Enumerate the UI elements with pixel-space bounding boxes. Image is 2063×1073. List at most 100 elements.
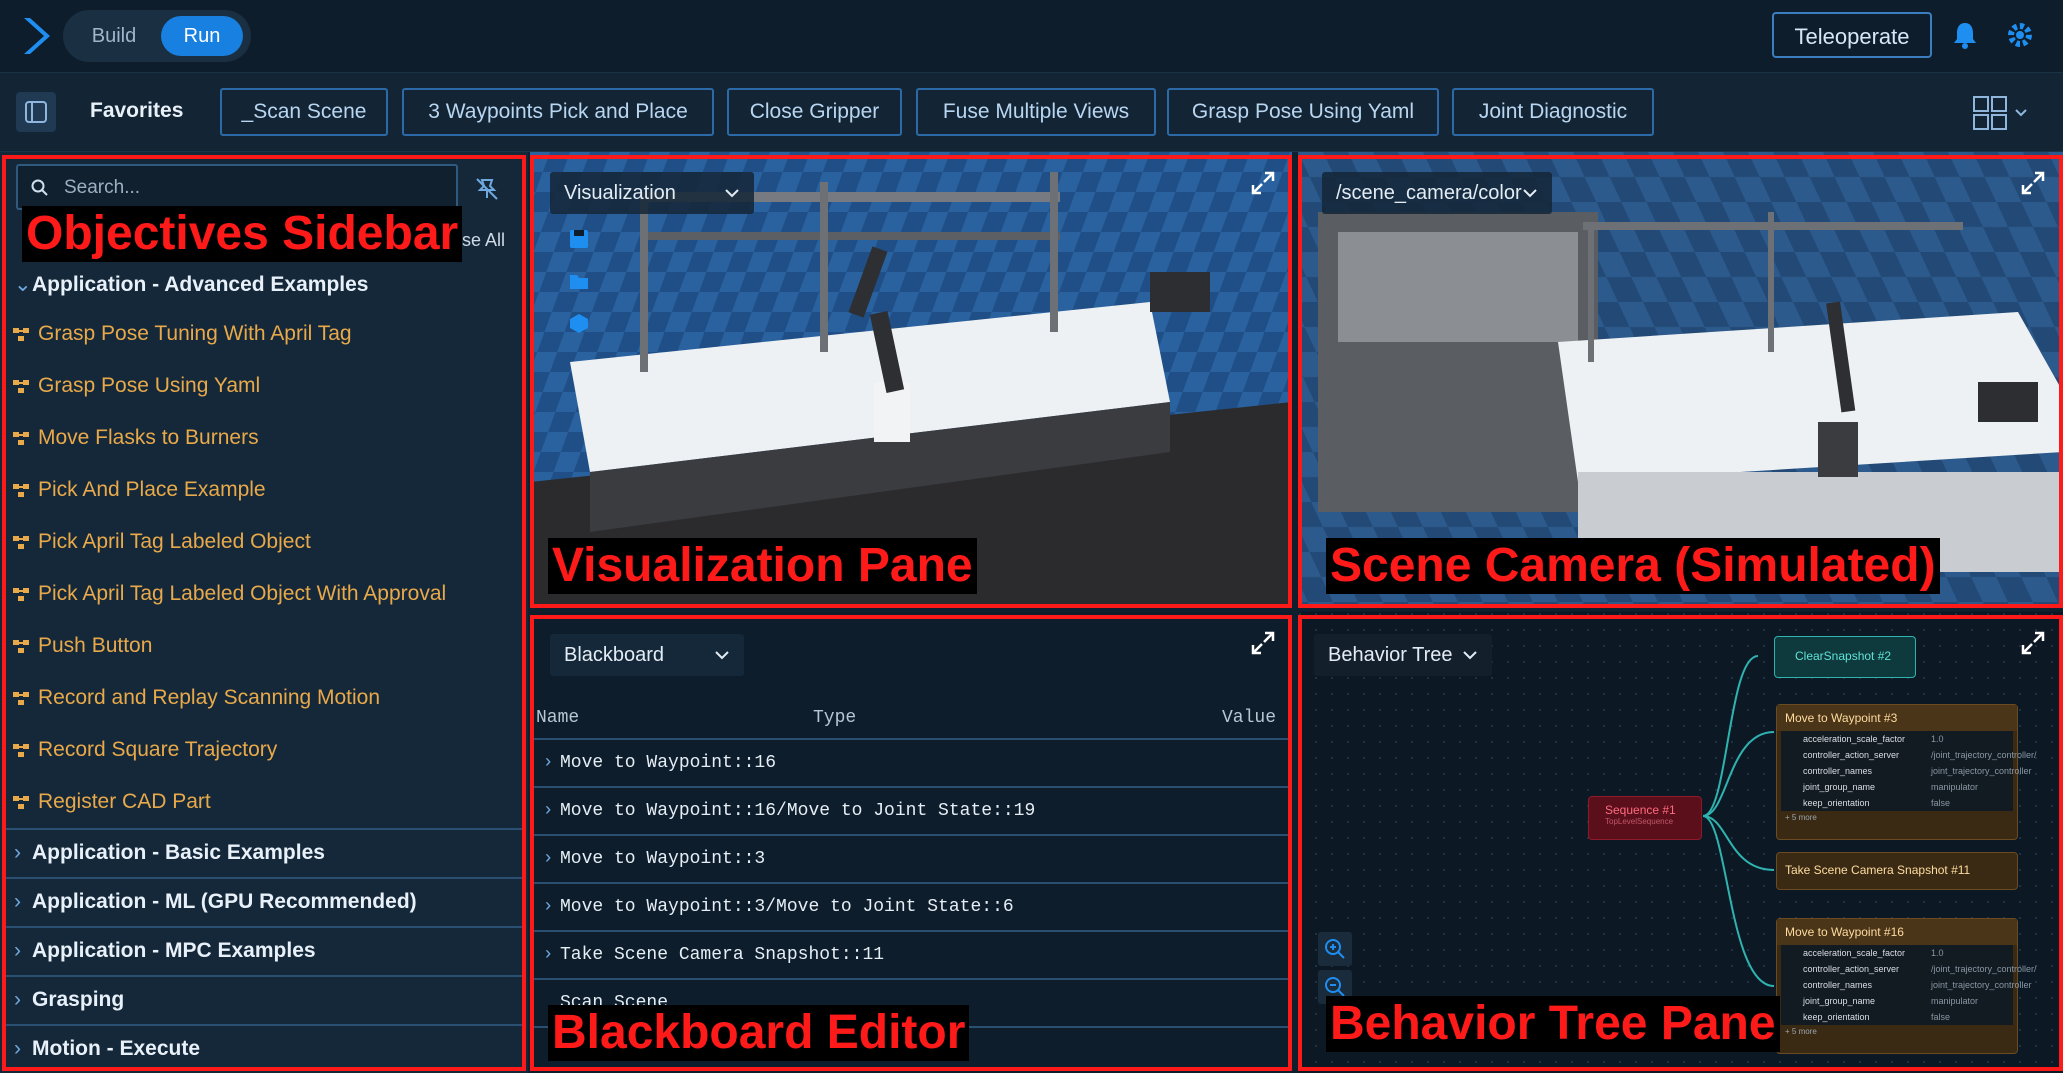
objective-item[interactable]: Record and Replay Scanning Motion bbox=[12, 686, 380, 726]
more-ports[interactable]: + 5 more bbox=[1777, 1025, 2017, 1038]
expand-icon[interactable] bbox=[2020, 630, 2046, 656]
collapse-all-button[interactable]: se All bbox=[462, 230, 505, 251]
favorite-3-waypoints-button[interactable]: 3 Waypoints Pick and Place bbox=[402, 88, 714, 136]
chevron-right-icon: › bbox=[542, 897, 554, 917]
category-grasping[interactable]: › Grasping bbox=[4, 975, 524, 1023]
column-name: Name bbox=[536, 708, 580, 728]
node-port: keep_orientation false bbox=[1781, 1009, 2013, 1025]
objective-item[interactable]: Move Flasks to Burners bbox=[12, 426, 259, 466]
chevron-down-icon bbox=[1523, 189, 1537, 198]
mode-toggle: Build Run bbox=[63, 10, 251, 62]
blackboard-header: Name Type Value bbox=[530, 698, 1292, 740]
unpin-icon[interactable] bbox=[474, 176, 500, 202]
objective-item[interactable]: Pick And Place Example bbox=[12, 478, 266, 518]
port-name: controller_names bbox=[1803, 980, 1873, 990]
category-basic-examples[interactable]: › Application - Basic Examples bbox=[4, 828, 524, 876]
visualization-dropdown[interactable]: Visualization bbox=[550, 172, 754, 214]
search-input[interactable] bbox=[62, 174, 446, 202]
port-value: /joint_trajectory_controller/ bbox=[1931, 964, 2037, 974]
category-ml[interactable]: › Application - ML (GPU Recommended) bbox=[4, 877, 524, 925]
folder-icon[interactable] bbox=[568, 270, 590, 292]
objective-label: Grasp Pose Using Yaml bbox=[38, 374, 261, 397]
zoom-in-icon[interactable] bbox=[1318, 932, 1352, 966]
blackboard-dropdown[interactable]: Blackboard bbox=[550, 634, 744, 676]
objectives-sidebar: se All ⌄Application - Advanced Examples … bbox=[0, 152, 528, 1073]
take-snapshot-node[interactable]: Take Scene Camera Snapshot #11 bbox=[1776, 852, 2018, 890]
row-name: Move to Waypoint::16 bbox=[560, 753, 777, 773]
objective-label: Register CAD Part bbox=[38, 790, 211, 813]
run-mode-button[interactable]: Run bbox=[161, 16, 243, 56]
objective-item[interactable]: Register CAD Part bbox=[12, 790, 211, 830]
port-name: controller_action_server bbox=[1803, 750, 1900, 760]
layout-grid-icon[interactable] bbox=[1972, 93, 2032, 133]
table-row[interactable]: › Move to Waypoint::3 bbox=[530, 836, 1292, 884]
behavior-tree-icon bbox=[13, 692, 29, 705]
move-to-waypoint-16-node[interactable]: Move to Waypoint #16 acceleration_scale_… bbox=[1776, 918, 2037, 1054]
category-label: Application - Basic Examples bbox=[32, 841, 325, 864]
expand-icon[interactable] bbox=[2020, 170, 2046, 196]
blackboard-pane: Blackboard Name Type Value › Move to Wayp… bbox=[530, 612, 1292, 1073]
camera-topic-dropdown[interactable]: /scene_camera/color bbox=[1322, 172, 1552, 214]
table-row[interactable]: › Move to Waypoint::16/Move to Joint Stat… bbox=[530, 788, 1292, 836]
objective-item[interactable]: Pick April Tag Labeled Object With Appro… bbox=[12, 582, 446, 622]
port-value: /joint_trajectory_controller/ bbox=[1931, 750, 2037, 760]
port-value: false bbox=[1931, 1012, 1951, 1022]
search-icon bbox=[31, 179, 48, 196]
table-row[interactable]: › Move to Waypoint::3/Move to Joint State… bbox=[530, 884, 1292, 932]
expand-icon[interactable] bbox=[1250, 170, 1276, 196]
dropdown-label: Visualization bbox=[564, 182, 676, 204]
behavior-tree-icon bbox=[13, 380, 29, 393]
table-row[interactable]: › Move to Waypoint::16 bbox=[530, 740, 1292, 788]
node-title: Move to Waypoint #16 bbox=[1777, 919, 2017, 945]
column-type: Type bbox=[813, 708, 857, 728]
category-label: Application - Advanced Examples bbox=[32, 273, 369, 296]
objective-item[interactable]: Record Square Trajectory bbox=[12, 738, 277, 778]
objective-item[interactable]: Pick April Tag Labeled Object bbox=[12, 530, 311, 570]
expand-icon[interactable] bbox=[1250, 630, 1276, 656]
port-name: acceleration_scale_factor bbox=[1803, 948, 1906, 958]
table-row[interactable]: › Take Scene Camera Snapshot::11 bbox=[530, 932, 1292, 980]
clear-snapshot-node[interactable]: ClearSnapshot #2 bbox=[1774, 636, 1916, 678]
category-label: Grasping bbox=[32, 988, 125, 1011]
category-mpc[interactable]: › Application - MPC Examples bbox=[4, 926, 524, 974]
favorite-close-gripper-button[interactable]: Close Gripper bbox=[727, 88, 902, 136]
bell-icon[interactable] bbox=[1950, 20, 1980, 50]
sidebar-toggle-button[interactable] bbox=[16, 92, 56, 132]
behavior-tree-icon bbox=[13, 796, 29, 809]
chevron-right-icon: › bbox=[14, 841, 21, 864]
build-mode-button[interactable]: Build bbox=[71, 16, 157, 56]
objective-label: Pick April Tag Labeled Object With Appro… bbox=[38, 582, 447, 605]
sequence-title: Sequence #1 bbox=[1605, 803, 1676, 817]
cube-icon[interactable] bbox=[568, 312, 590, 334]
node-title: ClearSnapshot #2 bbox=[1795, 649, 1892, 663]
move-to-waypoint-3-node[interactable]: Move to Waypoint #3 acceleration_scale_f… bbox=[1776, 704, 2037, 840]
objective-label: Record Square Trajectory bbox=[38, 738, 278, 761]
objective-item[interactable]: Push Button bbox=[12, 634, 152, 674]
behavior-tree-icon bbox=[13, 640, 29, 653]
chevron-right-icon: › bbox=[14, 890, 21, 913]
objective-label: Move Flasks to Burners bbox=[38, 426, 259, 449]
save-icon[interactable] bbox=[568, 228, 590, 250]
favorite-joint-diagnostic-button[interactable]: Joint Diagnostic bbox=[1452, 88, 1654, 136]
chevron-down-icon bbox=[1463, 651, 1477, 660]
gear-icon[interactable] bbox=[2005, 20, 2035, 50]
more-ports[interactable]: + 5 more bbox=[1777, 811, 2017, 824]
favorite-scan-scene-button[interactable]: _Scan Scene bbox=[220, 88, 388, 136]
sequence-node[interactable]: Sequence #1 TopLevelSequence bbox=[1588, 796, 1702, 840]
category-label: Application - MPC Examples bbox=[32, 939, 316, 962]
behavior-tree-dropdown[interactable]: Behavior Tree bbox=[1314, 634, 1492, 676]
category-advanced-examples[interactable]: ⌄Application - Advanced Examples bbox=[14, 272, 368, 297]
objective-item[interactable]: Grasp Pose Using Yaml bbox=[12, 374, 260, 414]
objective-item[interactable]: Grasp Pose Tuning With April Tag bbox=[12, 322, 352, 362]
favorite-fuse-views-button[interactable]: Fuse Multiple Views bbox=[916, 88, 1156, 136]
node-title: Take Scene Camera Snapshot #11 bbox=[1785, 863, 1971, 877]
chevron-down-icon bbox=[725, 189, 739, 198]
teleoperate-button[interactable]: Teleoperate bbox=[1772, 12, 1932, 58]
node-port: joint_group_name manipulator bbox=[1781, 779, 2013, 795]
favorite-grasp-pose-yaml-button[interactable]: Grasp Pose Using Yaml bbox=[1167, 88, 1439, 136]
row-name: Move to Waypoint::3/Move to Joint State:… bbox=[560, 897, 1014, 917]
dropdown-label: Blackboard bbox=[564, 644, 665, 666]
sequence-subtitle: TopLevelSequence bbox=[1605, 817, 1674, 826]
category-motion-execute[interactable]: › Motion - Execute bbox=[4, 1024, 524, 1072]
chevron-down-icon bbox=[715, 651, 729, 660]
